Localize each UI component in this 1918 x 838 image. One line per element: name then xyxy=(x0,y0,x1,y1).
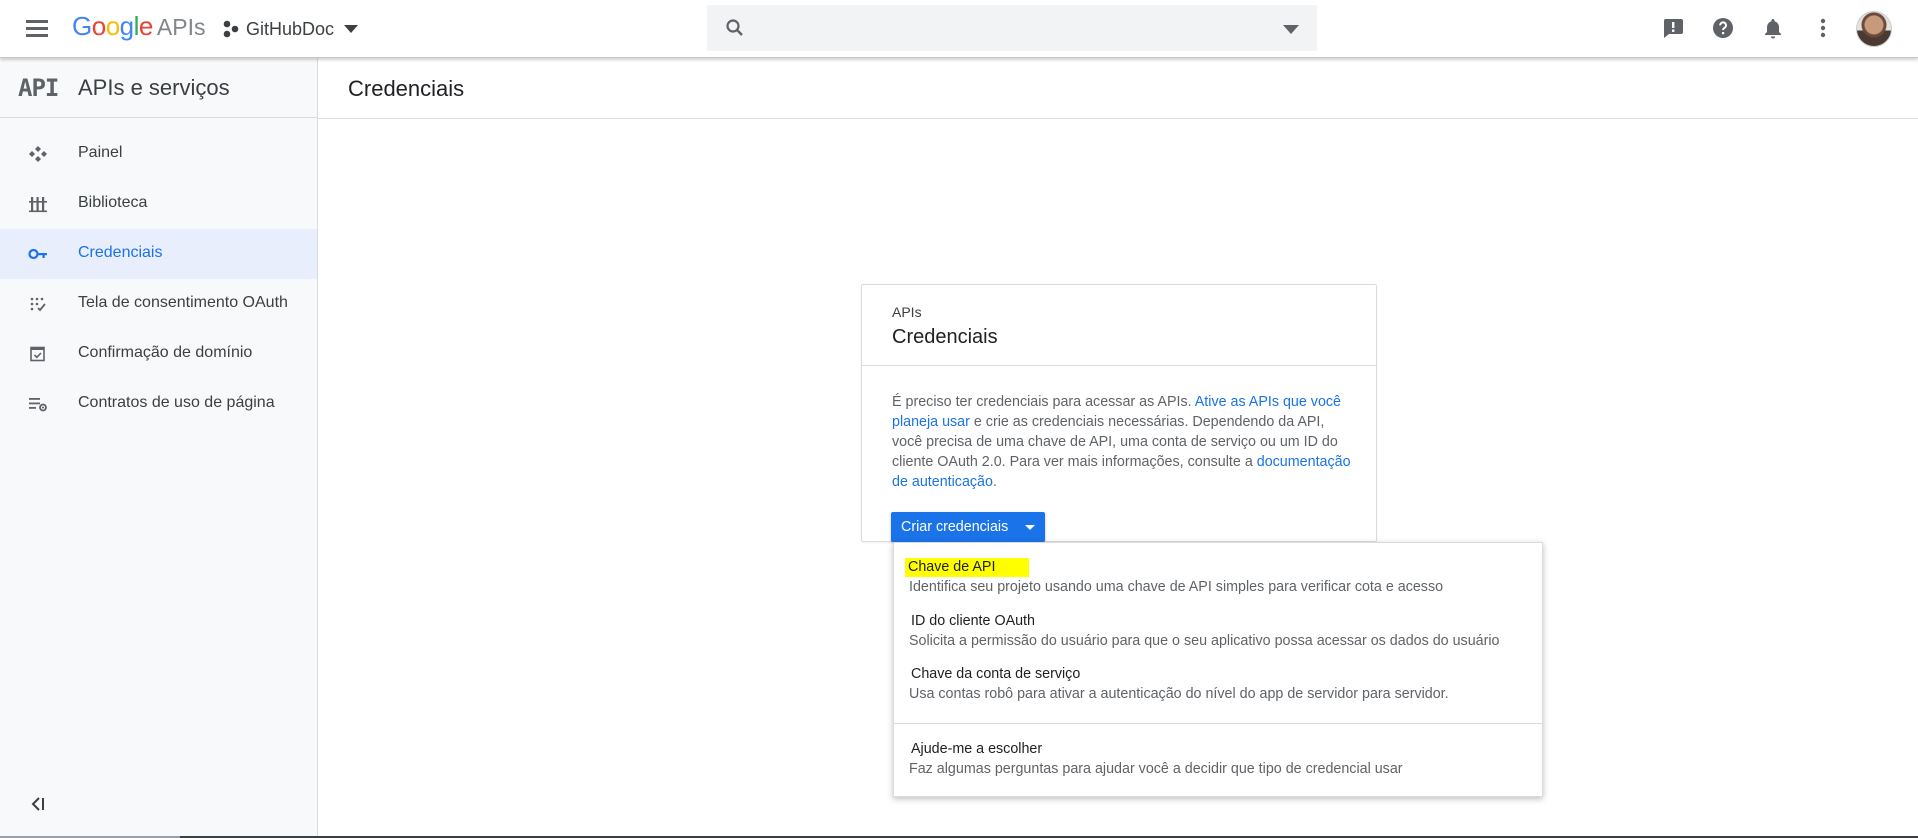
library-icon xyxy=(29,197,47,213)
sidebar-item-page-usage-agreements[interactable]: Contratos de uso de página xyxy=(0,379,317,429)
menu-item-title: Chave da conta de serviço xyxy=(911,666,1081,682)
search-icon xyxy=(726,19,743,36)
sidebar-item-biblioteca[interactable]: Biblioteca xyxy=(0,179,317,229)
avatar[interactable] xyxy=(1856,11,1892,47)
top-app-bar: Google APIs GitHubDoc xyxy=(0,0,1918,58)
page-usage-agreements-icon xyxy=(29,398,47,412)
search-options-icon[interactable] xyxy=(1283,25,1299,34)
sidebar-item-label: Biblioteca xyxy=(78,194,148,211)
card-text: . xyxy=(992,474,997,490)
sidebar-item-label: Contratos de uso de página xyxy=(78,394,275,411)
create-credentials-button[interactable]: Criar credenciais xyxy=(891,512,1045,542)
more-options-icon[interactable] xyxy=(1811,16,1835,40)
project-name: GitHubDoc xyxy=(246,18,335,39)
sidebar-item-credenciais[interactable]: Credenciais xyxy=(0,229,317,279)
menu-item-api-key[interactable]: Chave de API Identifica seu projeto usan… xyxy=(894,558,1542,610)
search-bar[interactable] xyxy=(707,5,1317,51)
menu-item-service-account-key[interactable]: Chave da conta de serviço Usa contas rob… xyxy=(894,665,1542,717)
card-text: É preciso ter credenciais para acessar a… xyxy=(892,394,1195,410)
create-credentials-menu: Chave de API Identifica seu projeto usan… xyxy=(893,542,1543,797)
sidebar-title: APIs e serviços xyxy=(78,75,230,100)
help-icon[interactable] xyxy=(1711,16,1735,40)
domain-verification-icon xyxy=(30,346,45,362)
menu-item-title: Ajude-me a escolher xyxy=(911,741,1043,757)
sidebar-item-label: Confirmação de domínio xyxy=(78,344,253,361)
page-title: Credenciais xyxy=(348,76,465,101)
feedback-icon[interactable] xyxy=(1661,16,1685,40)
sidebar-item-domain-verification[interactable]: Confirmação de domínio xyxy=(0,329,317,379)
key-icon xyxy=(28,248,47,260)
logo-google-text: Google xyxy=(72,11,153,41)
menu-item-title: ID do cliente OAuth xyxy=(911,613,1035,629)
notifications-icon[interactable] xyxy=(1761,16,1785,40)
create-credentials-label: Criar credenciais xyxy=(901,519,1009,535)
sidebar-nav: Painel Biblioteca Credenciais Tela de co… xyxy=(0,129,317,429)
divider xyxy=(894,723,1542,724)
card-subtitle: APIs xyxy=(892,304,922,320)
menu-item-description: Usa contas robô para ativar a autenticaç… xyxy=(909,686,1449,702)
api-logo-icon: API xyxy=(18,74,59,102)
menu-item-oauth-client-id[interactable]: ID do cliente OAuth Solicita a permissão… xyxy=(894,612,1542,664)
menu-item-title: Chave de API xyxy=(905,558,1030,577)
dashboard-icon xyxy=(29,146,47,162)
menu-item-description: Solicita a permissão do usuário para que… xyxy=(909,633,1500,649)
project-icon xyxy=(223,20,239,38)
oauth-consent-icon xyxy=(30,297,46,312)
credentials-empty-state-card: APIs Credenciais É preciso ter credencia… xyxy=(861,284,1377,542)
logo-apis-text: APIs xyxy=(156,14,206,40)
chevron-down-icon xyxy=(1025,525,1035,530)
project-selector[interactable]: GitHubDoc xyxy=(222,14,359,44)
page-header: Credenciais xyxy=(318,58,1918,119)
card-description: É preciso ter credenciais para acessar a… xyxy=(892,392,1352,492)
google-apis-logo[interactable]: Google APIs xyxy=(72,11,205,42)
menu-item-help-me-choose[interactable]: Ajude-me a escolher Faz algumas pergunta… xyxy=(894,740,1542,792)
sidebar-item-label: Tela de consentimento OAuth xyxy=(78,294,288,311)
sidebar: API APIs e serviços Painel Biblioteca Cr… xyxy=(0,58,318,838)
sidebar-item-label: Credenciais xyxy=(78,244,163,261)
menu-item-description: Identifica seu projeto usando uma chave … xyxy=(909,579,1444,595)
chevron-down-icon xyxy=(344,25,359,33)
divider xyxy=(862,365,1376,366)
main-menu-icon[interactable] xyxy=(22,16,52,42)
sidebar-item-oauth-consent[interactable]: Tela de consentimento OAuth xyxy=(0,279,317,329)
menu-item-description: Faz algumas perguntas para ajudar você a… xyxy=(909,761,1403,777)
search-input[interactable] xyxy=(759,13,1259,43)
collapse-sidebar-icon[interactable] xyxy=(28,794,48,814)
card-title: Credenciais xyxy=(892,326,998,348)
sidebar-item-label: Painel xyxy=(78,144,123,161)
sidebar-item-painel[interactable]: Painel xyxy=(0,129,317,179)
sidebar-header: API APIs e serviços xyxy=(0,58,317,118)
